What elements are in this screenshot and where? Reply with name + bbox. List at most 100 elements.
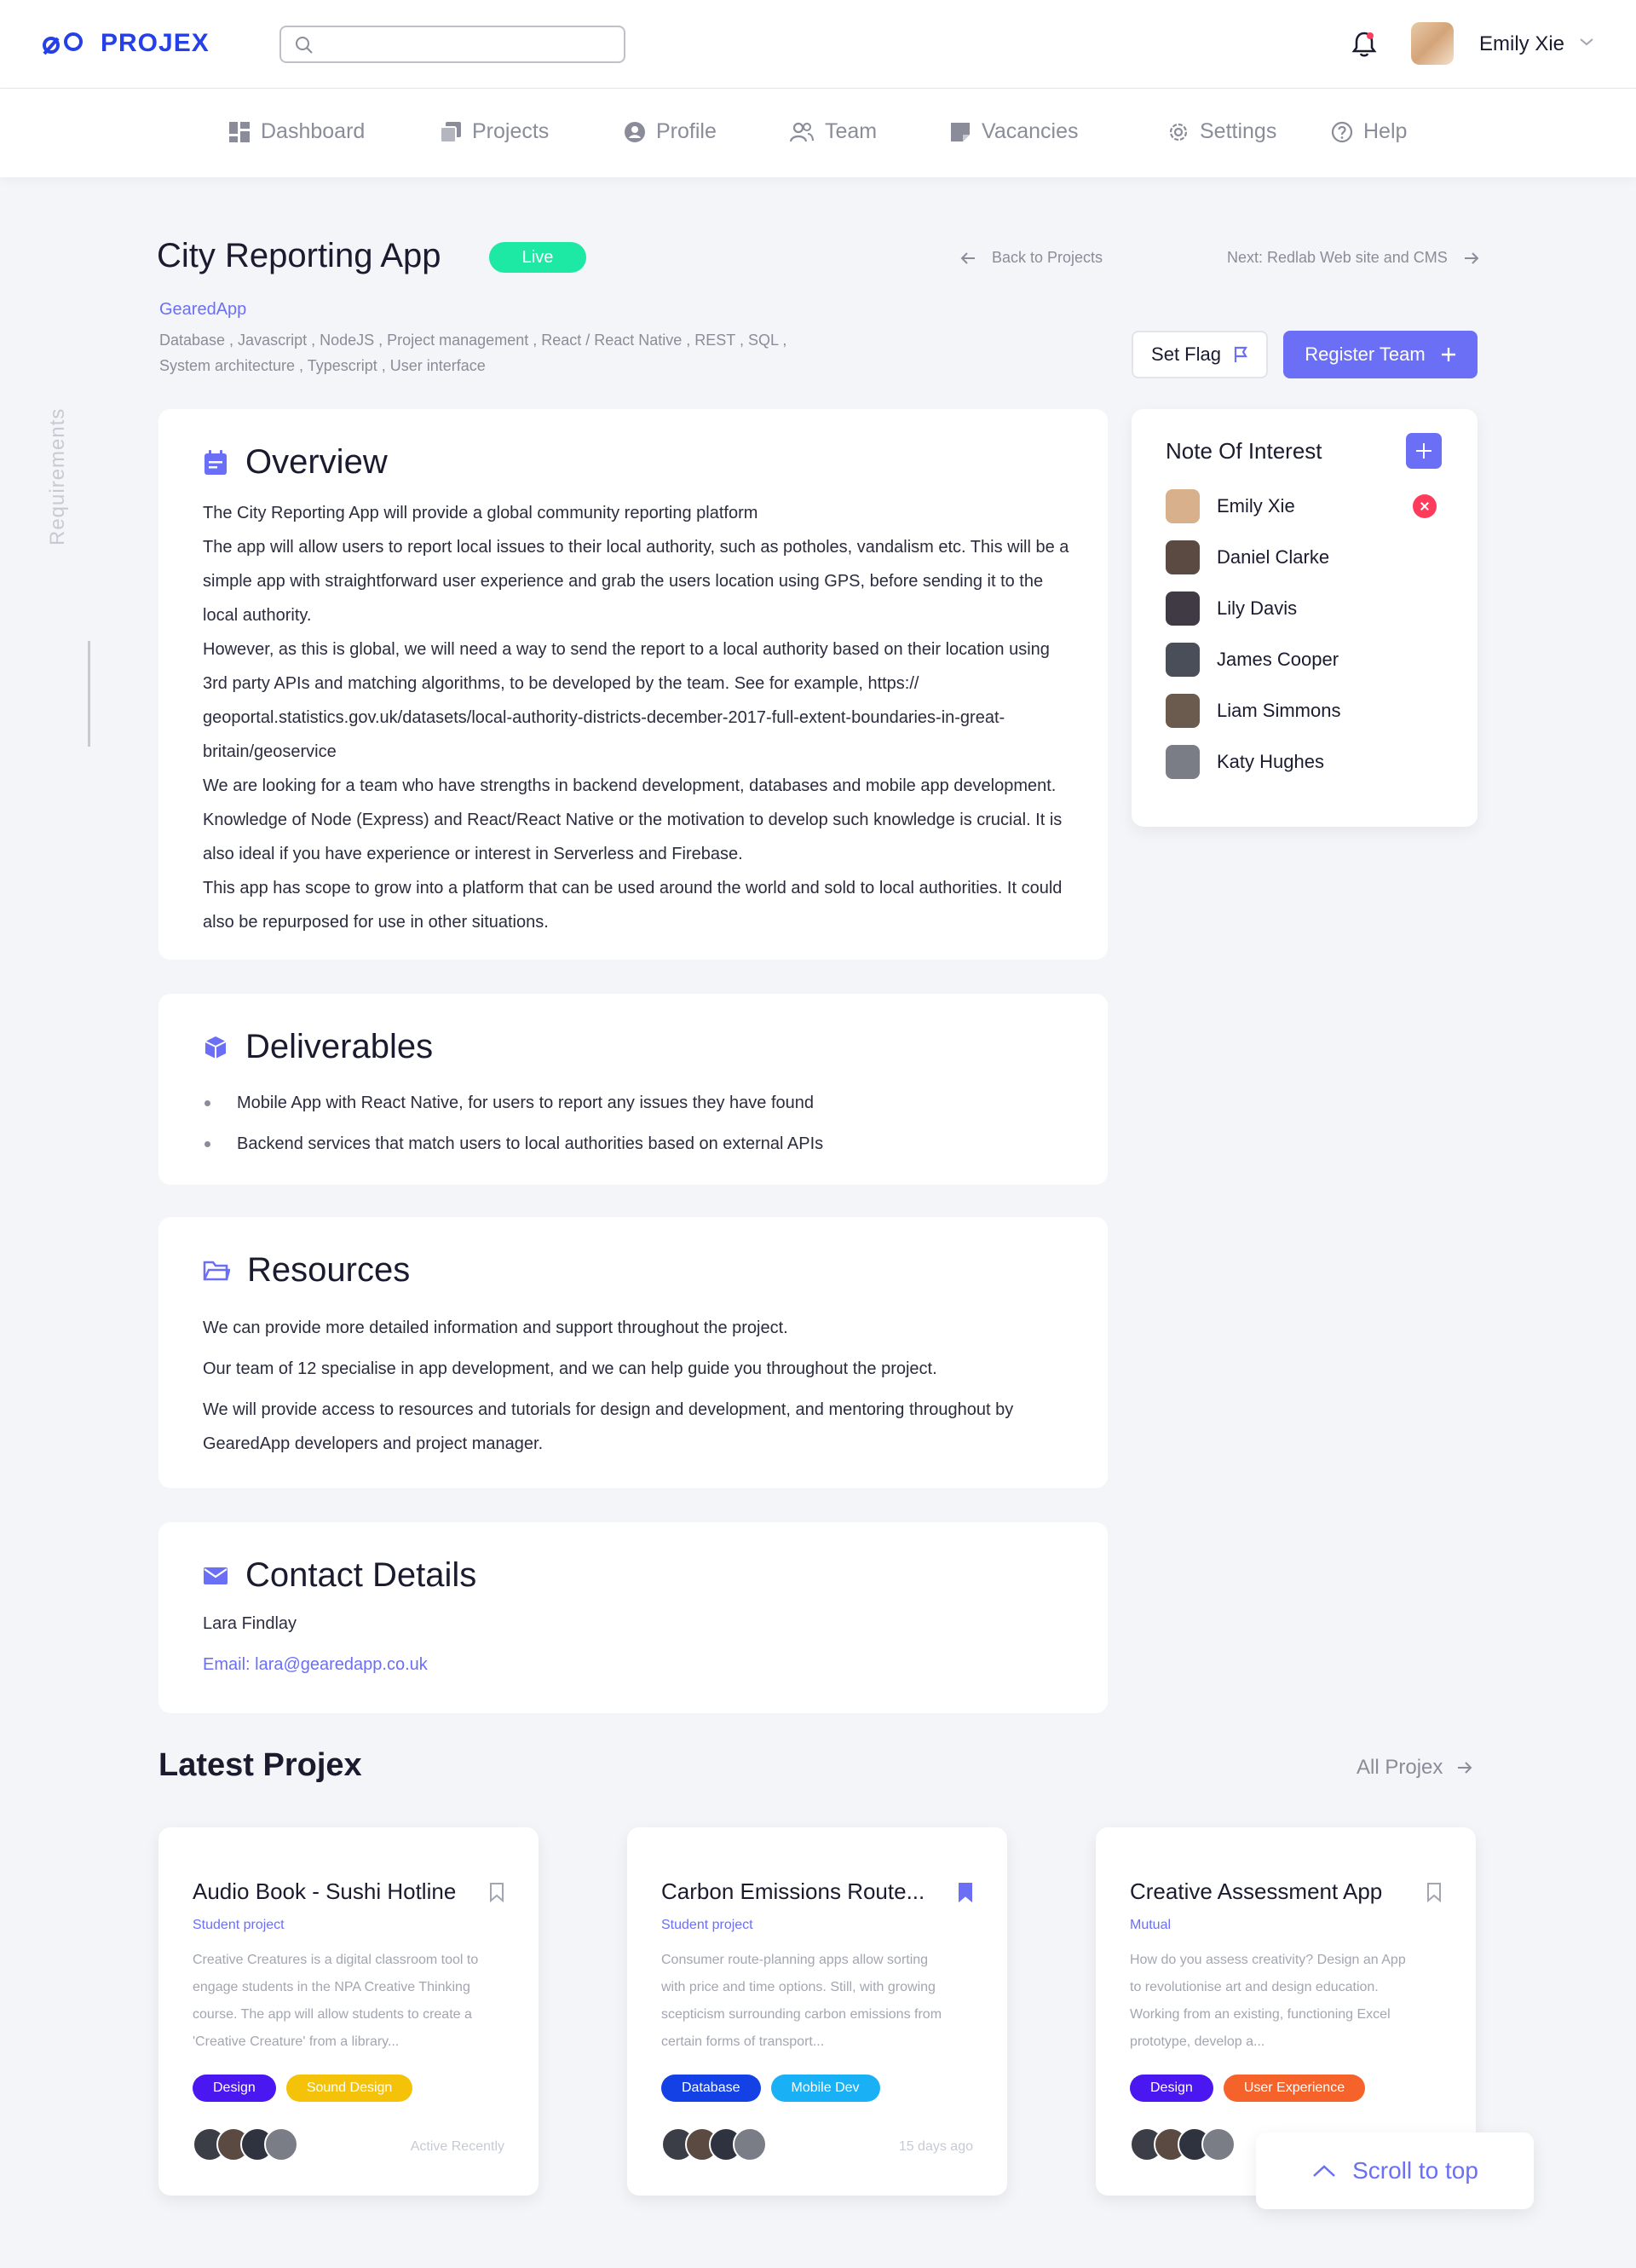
avatar <box>1166 694 1200 728</box>
resources-paragraph: We will provide access to resources and … <box>203 1400 1014 1453</box>
nav-item-settings[interactable]: Settings <box>1167 119 1276 144</box>
chevron-up-icon <box>1313 2165 1335 2177</box>
avatar <box>264 2127 298 2161</box>
project-type: Student project <box>661 1918 753 1932</box>
contact-card: Contact Details Lara Findlay Email: lara… <box>158 1522 1108 1713</box>
interested-person[interactable]: Emily Xie <box>1166 489 1295 523</box>
avatar <box>1166 489 1200 523</box>
interested-person[interactable]: Liam Simmons <box>1166 694 1340 728</box>
back-to-projects-link[interactable]: Back to Projects <box>959 249 1103 267</box>
set-flag-button[interactable]: Set Flag <box>1132 331 1268 378</box>
notification-dot <box>1367 32 1374 39</box>
project-card-title[interactable]: Carbon Emissions Route... <box>661 1878 942 1905</box>
calendar-icon <box>204 449 227 475</box>
next-project-link[interactable]: Next: Redlab Web site and CMS <box>1227 249 1480 267</box>
nav-item-vacancies[interactable]: Vacancies <box>949 119 1079 144</box>
contact-title: Contact Details <box>245 1556 477 1594</box>
register-label: Register Team <box>1305 343 1426 365</box>
nav-label: Projects <box>472 119 550 143</box>
project-description: How do you assess creativity? Design an … <box>1130 1953 1406 2049</box>
project-tags: Database Mobile Dev <box>661 2075 880 2102</box>
remove-icon[interactable] <box>1413 494 1437 518</box>
nav-label: Vacancies <box>982 119 1079 143</box>
project-type: Mutual <box>1130 1918 1172 1932</box>
search-input[interactable] <box>322 34 612 55</box>
plus-icon <box>1441 348 1455 361</box>
deliverables-title: Deliverables <box>245 1028 434 1065</box>
register-team-button[interactable]: Register Team <box>1283 331 1478 378</box>
nav-item-projects[interactable]: Projects <box>440 119 549 144</box>
project-description: Creative Creatures is a digital classroo… <box>193 1953 479 2049</box>
project-card-title[interactable]: Creative Assessment App <box>1130 1878 1411 1905</box>
logo[interactable]: PROJEX <box>41 29 210 58</box>
all-projex-link[interactable]: All Projex <box>1357 1756 1473 1780</box>
tag-pill[interactable]: User Experience <box>1223 2075 1366 2102</box>
dashboard-icon <box>229 121 250 142</box>
bookmark-filled-icon[interactable] <box>958 1882 973 1902</box>
tag-pill[interactable]: Sound Design <box>285 2075 413 2102</box>
project-card[interactable]: Audio Book - Sushi Hotline Student proje… <box>158 1827 539 2196</box>
person-name: Liam Simmons <box>1217 700 1341 721</box>
person-name: James Cooper <box>1217 649 1339 670</box>
interested-person[interactable]: Daniel Clarke <box>1166 540 1329 574</box>
back-label: Back to Projects <box>992 249 1103 266</box>
person-name: Daniel Clarke <box>1217 546 1330 568</box>
overview-card: Overview The City Reporting App will pro… <box>158 409 1108 960</box>
tag-pill[interactable]: Design <box>193 2075 276 2102</box>
tags-line: Database , Javascript , NodeJS , Project… <box>159 332 787 349</box>
resources-header: Resources <box>203 1251 410 1290</box>
contact-email-link[interactable]: Email: lara@gearedapp.co.uk <box>203 1655 428 1675</box>
overview-paragraph: We are looking for a team who have stren… <box>203 776 1063 863</box>
all-projex-label: All Projex <box>1357 1756 1443 1779</box>
project-tags: Design User Experience <box>1130 2075 1366 2102</box>
nav-label: Team <box>825 119 878 143</box>
contact-name: Lara Findlay <box>203 1614 297 1633</box>
tag-pill[interactable]: Design <box>1130 2075 1213 2102</box>
project-tags: Database , Javascript , NodeJS , Project… <box>159 327 832 378</box>
person-name: Emily Xie <box>1217 495 1295 517</box>
nav-item-team[interactable]: Team <box>789 119 877 144</box>
logo-icon <box>43 32 83 55</box>
resources-title: Resources <box>247 1251 411 1289</box>
team-avatars <box>1130 2127 1236 2161</box>
avatar <box>1166 643 1200 677</box>
resources-card: Resources We can provide more detailed i… <box>158 1217 1108 1488</box>
avatar <box>1166 540 1200 574</box>
notification-bell[interactable] <box>1351 31 1377 62</box>
nav-item-help[interactable]: Help <box>1331 119 1407 144</box>
chevron-down-icon[interactable] <box>1578 36 1595 48</box>
activity-time: 15 days ago <box>898 2139 973 2154</box>
interested-person[interactable]: James Cooper <box>1166 643 1339 677</box>
interested-person[interactable]: Lily Davis <box>1166 592 1297 626</box>
scroll-to-top-button[interactable]: Scroll to top <box>1256 2132 1534 2209</box>
nav-item-profile[interactable]: Profile <box>624 119 717 144</box>
flag-icon <box>1234 346 1247 362</box>
requirements-indicator <box>88 641 90 747</box>
project-card[interactable]: Carbon Emissions Route... Student projec… <box>627 1827 1007 2196</box>
avatar <box>1201 2127 1236 2161</box>
tags-line: System architecture , Typescript , User … <box>159 357 486 374</box>
user-name[interactable]: Emily Xie <box>1479 32 1564 56</box>
company-link[interactable]: GearedApp <box>159 300 246 320</box>
bookmark-icon[interactable] <box>1426 1882 1442 1902</box>
nav-item-dashboard[interactable]: Dashboard <box>228 119 365 144</box>
search-box[interactable] <box>279 26 625 63</box>
tag-pill[interactable]: Database <box>661 2075 761 2102</box>
project-card-title[interactable]: Audio Book - Sushi Hotline <box>193 1878 474 1905</box>
gear-icon <box>1169 123 1188 141</box>
overview-title: Overview <box>245 443 388 481</box>
add-interest-button[interactable] <box>1406 433 1442 469</box>
deliverables-list: Mobile App with React Native, for users … <box>196 1082 1048 1164</box>
page-title: City Reporting App <box>157 237 441 274</box>
search-icon <box>296 37 313 54</box>
person-name: Katy Hughes <box>1217 751 1324 772</box>
person-name: Lily Davis <box>1217 597 1298 619</box>
bookmark-icon[interactable] <box>489 1882 504 1902</box>
requirements-side-label[interactable]: Requirements <box>46 408 70 545</box>
nav-label: Profile <box>656 119 717 143</box>
status-badge: Live <box>489 242 586 273</box>
avatar[interactable] <box>1411 22 1454 65</box>
team-icon <box>789 122 814 141</box>
interested-person[interactable]: Katy Hughes <box>1166 745 1324 779</box>
tag-pill[interactable]: Mobile Dev <box>770 2075 880 2102</box>
